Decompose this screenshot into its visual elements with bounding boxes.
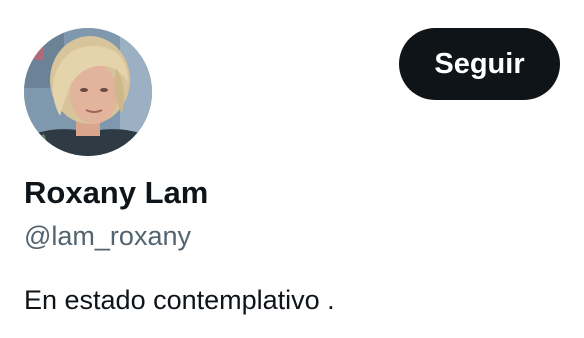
- user-handle[interactable]: @lam_roxany: [24, 218, 191, 254]
- display-name[interactable]: Roxany Lam: [24, 173, 208, 213]
- profile-bio: En estado contemplativo .: [24, 285, 335, 315]
- avatar-photo: [24, 28, 152, 156]
- profile-card: Seguir Roxany Lam @lam_roxany En estado …: [0, 0, 584, 338]
- follow-button[interactable]: Seguir: [399, 28, 560, 100]
- avatar[interactable]: [24, 28, 152, 156]
